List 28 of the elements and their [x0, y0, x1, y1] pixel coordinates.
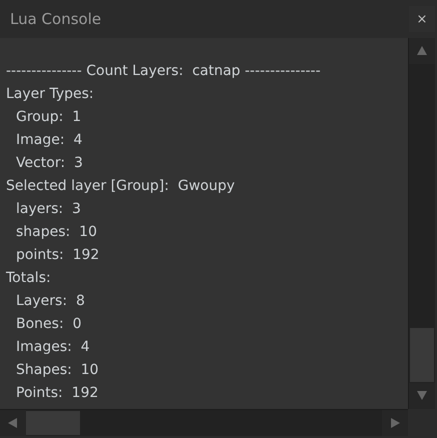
console-line: Shapes: 10 [15, 361, 100, 380]
console-line: Images: 4 [15, 338, 91, 357]
console-header-line: --------------- Count Layers: catnap --------------- [6, 62, 322, 81]
console-line: Group: 1 [15, 108, 82, 127]
scroll-thumb[interactable] [410, 328, 434, 382]
scroll-up-button[interactable] [409, 38, 435, 64]
down-triangle-icon [416, 390, 428, 402]
console-line: Layers: 8 [15, 292, 86, 311]
console-line: Image: 4 [15, 131, 84, 150]
scroll-right-button[interactable] [382, 410, 408, 436]
console-line: points: 192 [15, 246, 100, 265]
console-line: Vector: 3 [15, 154, 84, 173]
console-line: Selected layer [Group]: Gwoupy [6, 177, 236, 196]
console-line: Points: 192 [15, 384, 100, 403]
console-line: shapes: 10 [15, 223, 98, 242]
right-triangle-icon [389, 417, 401, 429]
console-line: Totals: [6, 269, 52, 288]
console-line: Layer Types: [6, 85, 95, 104]
scroll-left-button[interactable] [0, 410, 26, 436]
left-triangle-icon [7, 417, 19, 429]
scroll-down-button[interactable] [409, 383, 435, 409]
horizontal-scrollbar[interactable] [0, 409, 408, 436]
up-triangle-icon [416, 45, 428, 57]
console-line: Bones: 0 [15, 315, 82, 334]
scroll-thumb[interactable] [26, 411, 80, 435]
vertical-scrollbar[interactable] [408, 38, 435, 409]
console-line: layers: 3 [15, 200, 82, 219]
window-title: Lua Console [10, 10, 102, 28]
